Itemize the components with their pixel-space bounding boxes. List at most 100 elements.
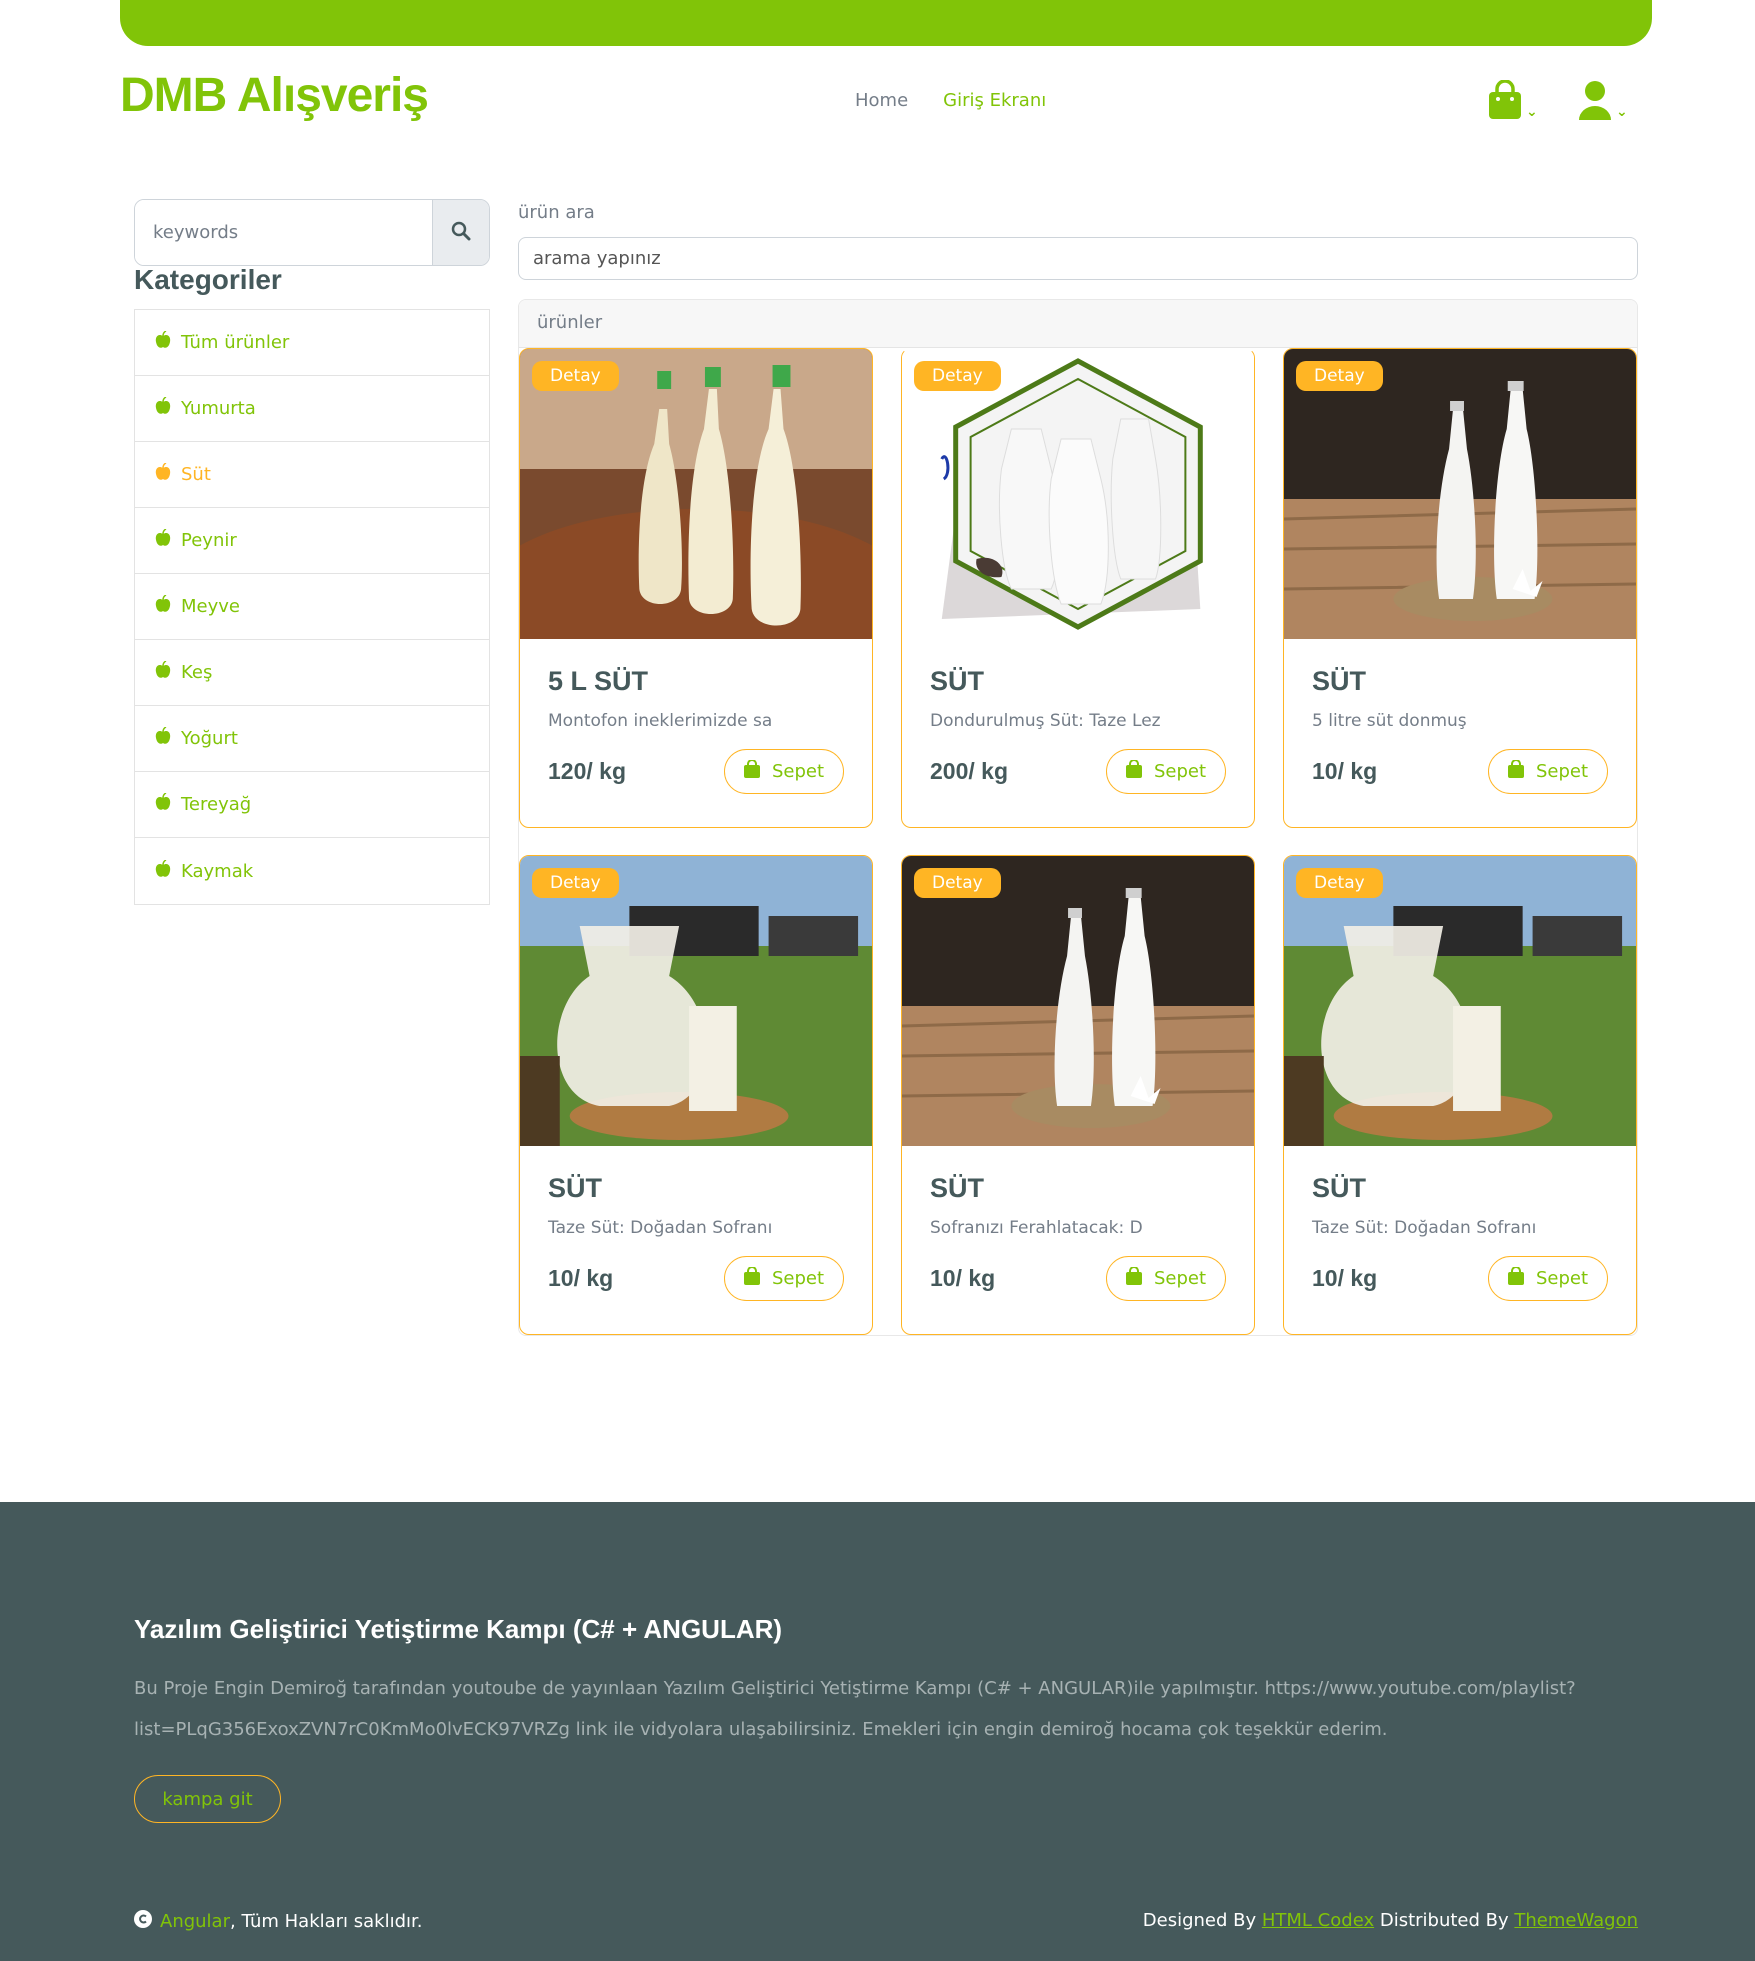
product-image[interactable]: [520, 349, 872, 639]
detail-badge[interactable]: Detay: [532, 868, 619, 898]
category-item[interactable]: Yoğurt: [135, 706, 489, 772]
angular-link[interactable]: Angular: [160, 1911, 230, 1932]
keyword-search-input[interactable]: [135, 200, 432, 265]
search-button[interactable]: [432, 200, 489, 265]
shopping-bag-icon: [1488, 79, 1522, 124]
keyword-search: [134, 199, 490, 266]
shopping-bag-icon: [1507, 1266, 1524, 1290]
apple-icon: [155, 330, 171, 354]
category-label: Kaymak: [181, 860, 254, 882]
add-to-cart-label: Sepet: [1153, 1268, 1207, 1289]
product-card: Detay SÜT Taze Süt: Doğadan Sofranı 10/ …: [519, 855, 873, 1335]
designed-by-text: Designed By: [1142, 1910, 1257, 1931]
add-to-cart-button[interactable]: Sepet: [1106, 1256, 1226, 1301]
nav-home[interactable]: Home: [855, 90, 908, 111]
product-card: Detay SÜT Sofranızı Ferahlatacak: D 10/ …: [901, 855, 1255, 1335]
camp-link-button[interactable]: kampa git: [134, 1775, 281, 1823]
card-body: SÜT Taze Süt: Doğadan Sofranı 10/ kg Sep…: [1284, 1146, 1636, 1301]
category-label: Yoğurt: [181, 728, 238, 749]
product-description: Sofranızı Ferahlatacak: D: [930, 1218, 1143, 1238]
shopping-bag-icon: [1125, 759, 1142, 783]
category-label: Keş: [181, 662, 213, 683]
add-to-cart-label: Sepet: [1153, 761, 1207, 782]
category-label: Tereyağ: [181, 794, 252, 815]
copyright: Angular, Tüm Hakları saklıdır.: [134, 1910, 423, 1933]
product-card: Detay SÜT Dondurulmuş Süt: Taze Lez 200/…: [901, 348, 1255, 828]
detail-badge[interactable]: Detay: [1296, 361, 1383, 391]
product-description: Montofon ineklerimizde sa: [548, 711, 773, 731]
card-footer: 10/ kg Sepet: [930, 1256, 1226, 1301]
user-dropdown[interactable]: ⌄: [1578, 80, 1628, 124]
brand-logo[interactable]: DMB Alışveriş: [120, 68, 429, 123]
detail-badge[interactable]: Detay: [1296, 868, 1383, 898]
apple-icon: [155, 660, 171, 684]
category-item[interactable]: Keş: [135, 640, 489, 706]
nav-login[interactable]: Giriş Ekranı: [943, 90, 1046, 111]
product-title: SÜT: [930, 1173, 984, 1203]
chevron-down-icon: ⌄: [1526, 104, 1538, 120]
card-footer: 10/ kg Sepet: [1312, 749, 1608, 794]
add-to-cart-button[interactable]: Sepet: [1488, 749, 1608, 794]
products-panel: ürünler Detay 5 L SÜT Montofon ineklerim…: [518, 299, 1638, 1336]
card-body: SÜT Sofranızı Ferahlatacak: D 10/ kg Sep…: [902, 1146, 1254, 1301]
product-price: 120/ kg: [548, 758, 626, 784]
product-title: SÜT: [1312, 666, 1366, 696]
detail-badge[interactable]: Detay: [914, 868, 1001, 898]
category-item[interactable]: Tereyağ: [135, 772, 489, 838]
category-item[interactable]: Kaymak: [135, 838, 489, 904]
html-codex-link[interactable]: HTML Codex: [1262, 1910, 1374, 1931]
card-body: SÜT 5 litre süt donmuş 10/ kg Sepet: [1284, 639, 1636, 794]
card-body: SÜT Taze Süt: Doğadan Sofranı 10/ kg Sep…: [520, 1146, 872, 1301]
apple-icon: [155, 396, 171, 420]
apple-icon: [155, 528, 171, 552]
category-label: Peynir: [181, 530, 237, 551]
shopping-bag-icon: [1125, 1266, 1142, 1290]
product-title: SÜT: [548, 1173, 602, 1203]
distributed-by-text: Distributed By: [1379, 1910, 1509, 1931]
product-image[interactable]: [902, 349, 1254, 639]
shopping-bag-icon: [1507, 759, 1524, 783]
copyright-text: , Tüm Hakları saklıdır.: [230, 1911, 423, 1932]
category-item[interactable]: Süt: [135, 442, 489, 508]
categories-title: Kategoriler: [134, 264, 282, 295]
product-search-input[interactable]: [518, 237, 1638, 280]
category-item[interactable]: Meyve: [135, 574, 489, 640]
add-to-cart-button[interactable]: Sepet: [1106, 749, 1226, 794]
themewagon-link[interactable]: ThemeWagon: [1514, 1910, 1638, 1931]
product-image[interactable]: [1284, 856, 1636, 1146]
products-header: ürünler: [519, 300, 1637, 348]
category-label: Süt: [181, 464, 211, 485]
add-to-cart-button[interactable]: Sepet: [724, 1256, 844, 1301]
footer-title: Yazılım Geliştirici Yetiştirme Kampı (C#…: [134, 1614, 783, 1644]
product-title: 5 L SÜT: [548, 666, 649, 696]
product-image[interactable]: [520, 856, 872, 1146]
category-item[interactable]: Tüm ürünler: [135, 310, 489, 376]
detail-badge[interactable]: Detay: [532, 361, 619, 391]
product-description: 5 litre süt donmuş: [1312, 711, 1467, 731]
add-to-cart-label: Sepet: [771, 1268, 825, 1289]
add-to-cart-button[interactable]: Sepet: [724, 749, 844, 794]
footer-description: Bu Proje Engin Demiroğ tarafından youtou…: [134, 1668, 1614, 1750]
add-to-cart-label: Sepet: [1535, 761, 1589, 782]
detail-badge[interactable]: Detay: [914, 361, 1001, 391]
cart-dropdown[interactable]: ⌄: [1488, 79, 1538, 124]
apple-icon: [155, 462, 171, 486]
category-list: Tüm ürünler Yumurta Süt Peynir Meyve Keş…: [134, 309, 490, 905]
product-card: Detay 5 L SÜT Montofon ineklerimizde sa …: [519, 348, 873, 828]
product-description: Taze Süt: Doğadan Sofranı: [548, 1218, 773, 1238]
product-price: 200/ kg: [930, 758, 1008, 784]
credits: Designed By HTML Codex Distributed By Th…: [1143, 1910, 1638, 1931]
add-to-cart-button[interactable]: Sepet: [1488, 1256, 1608, 1301]
category-item[interactable]: Yumurta: [135, 376, 489, 442]
product-search-label: ürün ara: [518, 202, 595, 223]
product-image[interactable]: [1284, 349, 1636, 639]
copyright-icon: [134, 1910, 152, 1933]
category-item[interactable]: Peynir: [135, 508, 489, 574]
product-card: Detay SÜT 5 litre süt donmuş 10/ kg Sepe…: [1283, 348, 1637, 828]
card-body: SÜT Dondurulmuş Süt: Taze Lez 200/ kg Se…: [902, 639, 1254, 794]
product-price: 10/ kg: [548, 1265, 614, 1291]
product-image[interactable]: [902, 856, 1254, 1146]
apple-icon: [155, 858, 171, 883]
product-description: Taze Süt: Doğadan Sofranı: [1312, 1218, 1537, 1238]
apple-icon: [155, 726, 171, 750]
